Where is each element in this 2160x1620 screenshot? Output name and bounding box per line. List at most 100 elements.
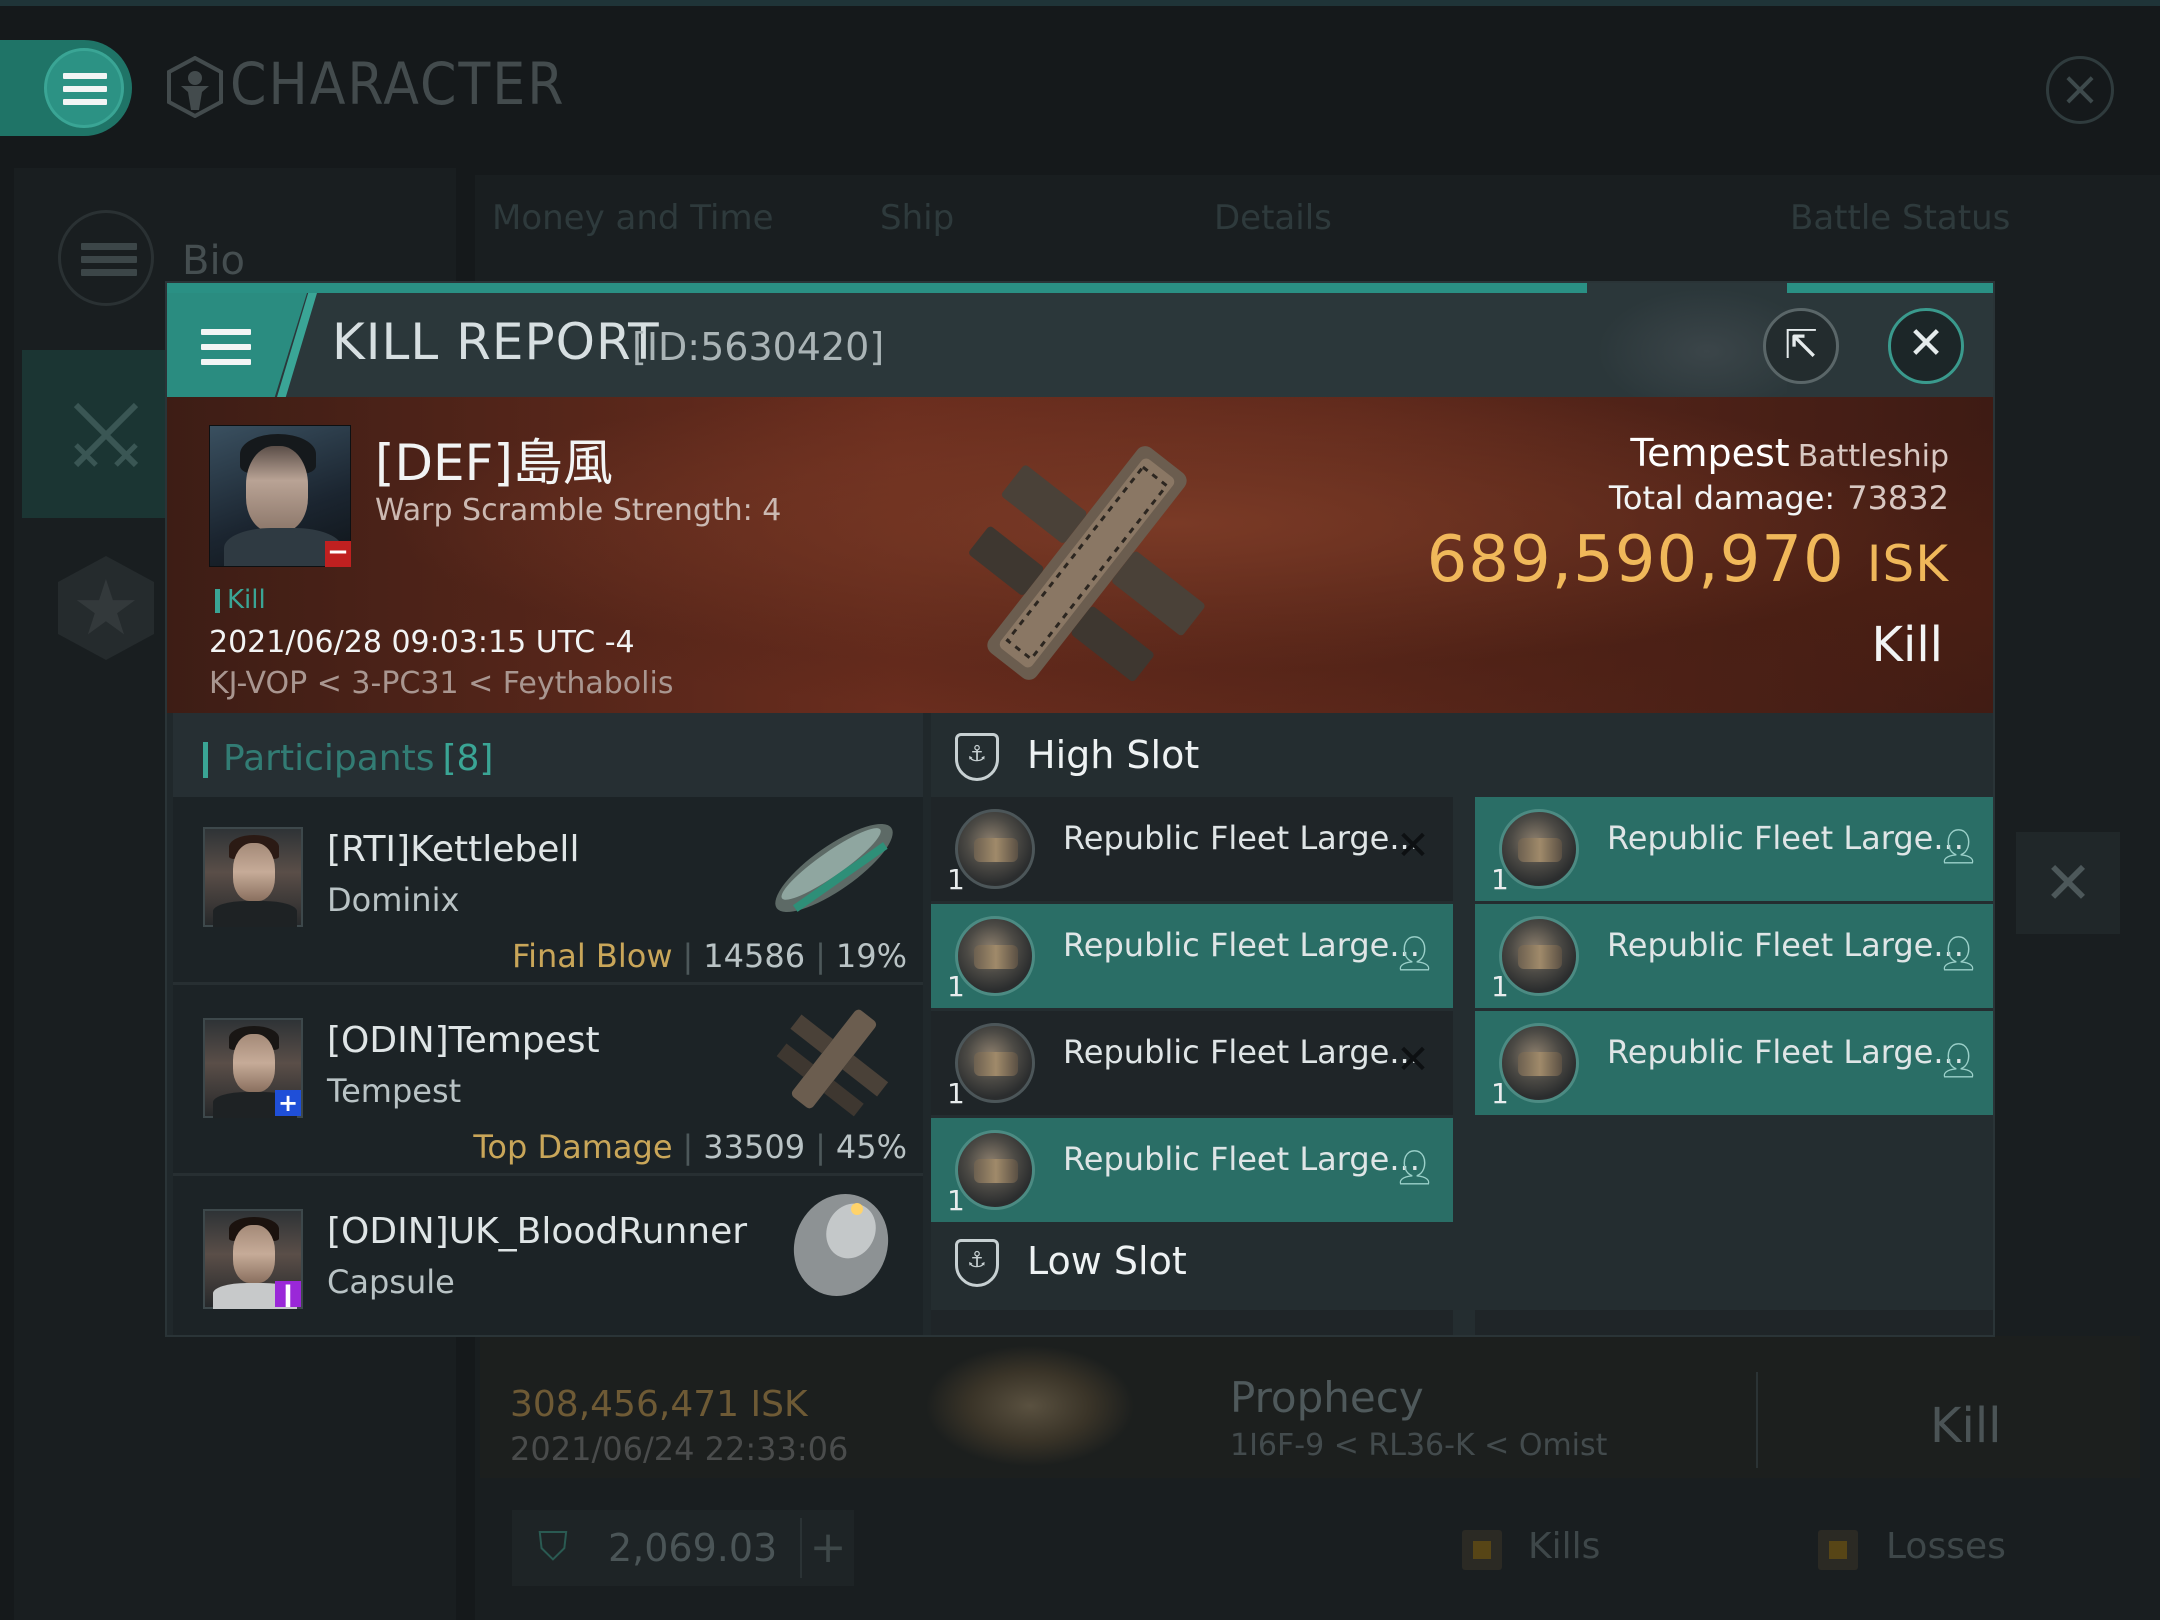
participant-ship: Dominix [327,881,460,919]
total-damage: Total damage: 73832 [1609,479,1949,517]
low-slot-header: ⚓ Low Slot [931,1219,1993,1303]
participant-ship: Capsule [327,1263,455,1301]
module-qty: 1 [1491,1077,1509,1110]
kills-legend-label: Kills [1528,1526,1601,1567]
participant-ship: Tempest [327,1072,462,1110]
list-icon [81,243,137,276]
module-item[interactable]: 1 Republic Fleet Large... 👤︎ [931,904,1453,1008]
module-item[interactable]: 1 Republic Fleet Large... 👤︎ [931,1118,1453,1222]
participant-avatar [203,827,303,927]
main-menu-circle [44,48,124,128]
module-qty: 1 [947,863,965,896]
module-item[interactable]: 1 Republic Fleet Large... 👤︎ [1475,1011,1993,1115]
ship-name: Tempest [1630,431,1790,475]
hamburger-icon [63,73,107,105]
module-qty: 1 [1491,863,1509,896]
module-item[interactable] [931,1310,1453,1335]
share-button[interactable]: ⇱ [1763,308,1839,384]
ship-class: Battleship [1797,439,1949,474]
kill-tag-marker [215,589,220,613]
kill-list-ship: Prophecy [1230,1373,1424,1422]
kill-location[interactable]: KJ-VOP < 3-PC31 < Feythabolis [209,666,673,701]
victim-ship-image [917,413,1257,713]
report-type: Kill [1871,617,1943,673]
participants-title[interactable]: Participants [8] [223,738,493,779]
high-slot-header: ⚓ High Slot [931,713,1993,797]
dropped-person-icon: 👤︎ [1393,1148,1437,1188]
tab-battle-status[interactable]: Battle Status [1790,198,2010,238]
module-name: Republic Fleet Large... [1063,1033,1420,1071]
module-qty: 1 [947,1077,965,1110]
tab-details[interactable]: Details [1214,198,1332,238]
participant-name: [ODIN]Tempest [327,1020,600,1061]
bio-icon[interactable] [58,210,154,306]
kill-list-ship-image [925,1345,1135,1467]
tools-icon[interactable]: ✕ [2016,832,2120,934]
balance-value: 2,069.03 [608,1526,778,1570]
module-name: Republic Fleet Large... [1063,1140,1420,1178]
turret-icon [955,916,1035,996]
close-icon: ✕ [1907,318,1945,369]
page-close-button[interactable]: × [2046,56,2114,124]
kill-report-modal: KILL REPORT [ID:5630420] ⇱ ✕ − [DEF]島風 W… [165,281,1995,1337]
fleet-standing-icon: ǀ [275,1281,301,1307]
high-slot-label: High Slot [1027,733,1200,777]
module-item[interactable]: 1 Republic Fleet Large... ✕ [931,1011,1453,1115]
victim-name[interactable]: [DEF]島風 [375,423,613,495]
participant-role: Final Blow [512,937,673,975]
dropped-person-icon: 👤︎ [1937,827,1981,867]
kill-list-isk: 308,456,471 ISK [510,1384,808,1425]
participant-stats: Final Blow | 14586 | 19% [512,937,907,975]
participant-percent: 19% [835,937,907,975]
main-menu-button[interactable] [0,40,132,136]
top-accent-line [0,0,2160,6]
add-balance-button[interactable]: + [800,1518,854,1578]
dropped-person-icon: 👤︎ [1937,934,1981,974]
participants-count: [8] [442,738,494,779]
module-item[interactable] [1475,1310,1993,1335]
friendly-standing-icon: + [275,1090,301,1116]
module-qty: 1 [947,1184,965,1217]
tab-ship[interactable]: Ship [880,198,954,238]
isk-unit: ISK [1866,535,1949,593]
total-damage-label: Total damage: [1608,479,1836,517]
participant-row[interactable]: [RTI]Kettlebell Dominix Final Blow | 14586… [173,797,923,985]
plex-icon: ⛉ [538,1524,568,1570]
tab-money-and-time[interactable]: Money and Time [492,198,774,238]
victim-ship[interactable]: Tempest Battleship [1630,431,1949,475]
kill-tag: Kill [227,585,266,615]
sidebar-item-bio[interactable]: Bio [182,238,245,284]
module-item[interactable]: 1 Republic Fleet Large... 👤︎ [1475,797,1993,901]
participant-ship-image [759,805,909,931]
kills-legend-swatch [1462,1530,1502,1570]
kill-timestamp: 2021/06/28 09:03:15 UTC -4 [209,625,635,660]
losses-legend-swatch [1818,1530,1858,1570]
participant-ship-image [759,1187,909,1313]
total-damage-value: 73832 [1847,479,1949,517]
kill-list-type: Kill [1930,1398,2002,1454]
isk-value: 689,590,970 ISK [1427,523,1949,597]
divider [1756,1372,1758,1468]
destroyed-icon: ✕ [1396,823,1430,869]
module-qty: 1 [1491,970,1509,1003]
external-link-icon: ⇱ [1784,322,1818,368]
turret-icon [955,809,1035,889]
kill-list-location: 1I6F-9 < RL36-K < Omist [1230,1428,1608,1463]
turret-icon [955,1023,1035,1103]
module-item[interactable]: 1 Republic Fleet Large... 👤︎ [1475,904,1993,1008]
participant-name: [RTI]Kettlebell [327,829,580,870]
participant-row[interactable]: ǀ [ODIN]UK_BloodRunner Capsule [173,1179,923,1335]
participants-label: Participants [223,738,435,779]
isk-amount: 689,590,970 [1426,523,1845,597]
participant-percent: 45% [835,1128,907,1166]
turret-icon [955,1130,1035,1210]
close-button[interactable]: ✕ [1888,308,1964,384]
module-name: Republic Fleet Large... [1063,819,1420,857]
turret-icon [1499,916,1579,996]
participant-row[interactable]: + [ODIN]Tempest Tempest Top Damage | 33509… [173,988,923,1176]
module-item[interactable]: 1 Republic Fleet Large... ✕ [931,797,1453,901]
dropped-person-icon: 👤︎ [1393,934,1437,974]
destroyed-icon: ✕ [1396,1037,1430,1083]
losses-legend-label: Losses [1886,1526,2006,1567]
page-title: CHARACTER [230,50,566,118]
